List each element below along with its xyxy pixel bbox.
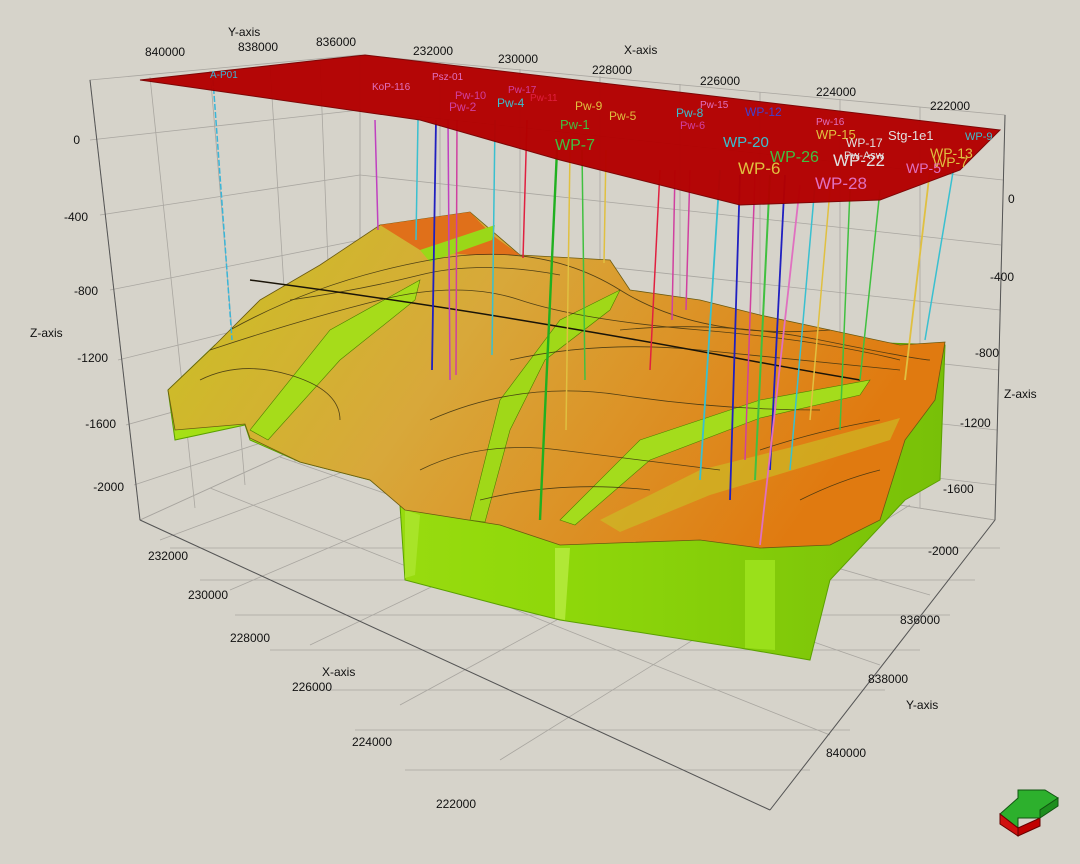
x-axis-title-bottom: X-axis <box>322 665 355 679</box>
tick-label: -1600 <box>943 482 974 496</box>
tick-label: 222000 <box>930 99 970 113</box>
tick-label: 840000 <box>826 746 866 760</box>
well-label: A-P01 <box>210 70 238 81</box>
well-label: WP-28 <box>815 174 867 193</box>
x-axis-title-top: X-axis <box>624 43 657 57</box>
well-label: WP-26 <box>770 149 819 166</box>
well-label: Pw-11 <box>530 93 558 104</box>
tick-label: 0 <box>73 133 80 147</box>
tick-label: -1200 <box>77 351 108 365</box>
well-label: Psz-01 <box>432 72 464 83</box>
well-label: Pw-Asw <box>844 150 884 162</box>
well-label: WP-12 <box>745 105 782 119</box>
well-label: Pw-9 <box>575 99 603 113</box>
tick-label: -800 <box>975 346 999 360</box>
tick-label: 226000 <box>292 680 332 694</box>
well-label: WP-17 <box>846 136 883 150</box>
tick-label: -800 <box>74 284 98 298</box>
well-label: Pw-16 <box>816 117 845 128</box>
tick-label: -400 <box>990 270 1014 284</box>
3d-scene: A-P01 Psz-01KoP-116Pw-10Pw-2 Pw-4Pw-17Pw-1… <box>30 25 1059 837</box>
tick-label: 232000 <box>148 549 188 563</box>
tick-label: -2000 <box>93 480 124 494</box>
tick-label: 836000 <box>316 35 356 49</box>
well-label: Pw-5 <box>609 109 637 123</box>
tick-label: 836000 <box>900 613 940 627</box>
horizon-surface <box>167 211 946 549</box>
tick-label: 228000 <box>592 63 632 77</box>
y-axis-title-right: Y-axis <box>906 698 938 712</box>
y-axis-title-top: Y-axis <box>228 25 260 39</box>
tick-label: 228000 <box>230 631 270 645</box>
well-label: WP-20 <box>723 134 769 151</box>
tick-label: -2000 <box>928 544 959 558</box>
tick-label: 224000 <box>816 85 856 99</box>
tick-label: 838000 <box>238 40 278 54</box>
tick-label: 840000 <box>145 45 185 59</box>
tick-label: 232000 <box>413 44 453 58</box>
well-label: Pw-4 <box>497 96 525 110</box>
tick-label: 230000 <box>188 588 228 602</box>
tick-label: -400 <box>64 210 88 224</box>
tick-label: 838000 <box>868 672 908 686</box>
right-y-ticks: 836000 838000 840000 <box>826 613 940 760</box>
tick-label: 230000 <box>498 52 538 66</box>
well-label: KoP-116 <box>372 82 411 93</box>
left-z-ticks: 0 -400 -800 -1200 -1600 -2000 <box>64 133 124 494</box>
tick-label: 0 <box>1008 192 1015 206</box>
well-label: WP-7 <box>555 137 595 154</box>
well-label: Pw-1 <box>560 117 590 132</box>
z-axis-title-right: Z-axis <box>1004 387 1037 401</box>
tick-label: -1200 <box>960 416 991 430</box>
well-label: Stg-1e1 <box>888 128 934 143</box>
tick-label: 224000 <box>352 735 392 749</box>
well-label: WP-5 <box>906 160 941 176</box>
well-label: Pw-15 <box>700 100 729 111</box>
tick-label: 222000 <box>436 797 476 811</box>
well-label: Pw-6 <box>680 120 705 132</box>
tick-label: -1600 <box>85 417 116 431</box>
tick-label: 226000 <box>700 74 740 88</box>
well-label: Pw-2 <box>449 100 477 114</box>
3d-orientation-arrow-icon[interactable] <box>999 789 1059 837</box>
bottom-x-ticks: 232000 230000 228000 226000 224000 222000 <box>148 549 476 811</box>
well-label: WP-9 <box>965 131 993 143</box>
z-axis-title-left: Z-axis <box>30 326 63 340</box>
3d-viewport[interactable]: A-P01 Psz-01 KoP-116 Pw-10 Pw-2 Pw-4 Pw-17 Pw-1… <box>0 0 1080 859</box>
